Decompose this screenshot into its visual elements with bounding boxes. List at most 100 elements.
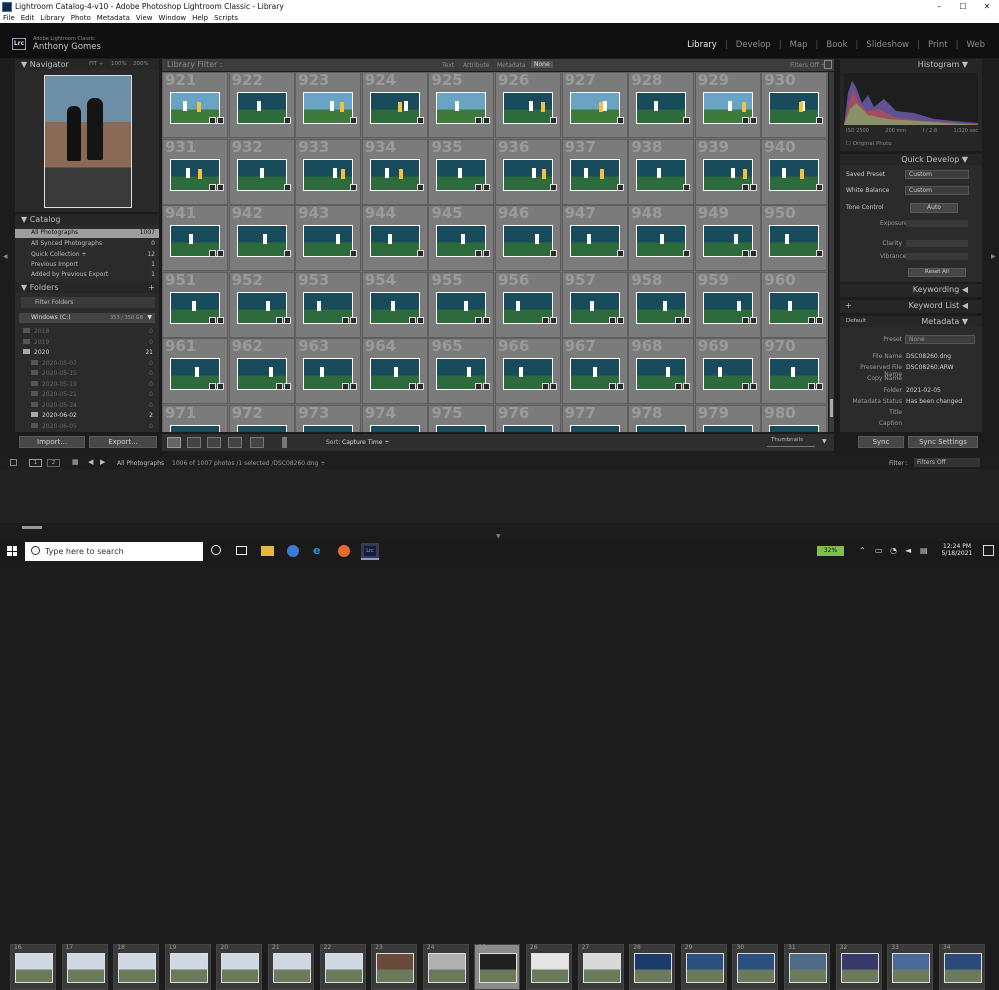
menu-file[interactable]: File (3, 14, 15, 22)
develop-badge-icon[interactable] (749, 250, 757, 257)
develop-badge-icon[interactable] (217, 117, 224, 124)
develop-badge-icon[interactable] (683, 183, 691, 191)
develop-badge-icon[interactable] (749, 383, 757, 390)
photo-thumbnail[interactable] (170, 424, 220, 432)
filmstrip-frame[interactable]: 27 (577, 944, 624, 990)
develop-badge-icon[interactable] (816, 183, 824, 191)
volume-row[interactable]: Windows (C:) 353 / 350 GB ▼ (19, 313, 155, 323)
metadata-badge-icon[interactable] (475, 250, 483, 257)
folder-item[interactable]: 2020-05-24 0 (31, 401, 153, 411)
auto-tone-button[interactable]: Auto (910, 203, 958, 213)
develop-badge-icon[interactable] (350, 250, 358, 257)
grid-cell[interactable]: 957 (561, 271, 628, 338)
grid-cell[interactable]: 933 (295, 138, 362, 205)
catalog-item-synced[interactable]: All Synced Photographs 0 (31, 240, 155, 247)
clock[interactable]: 12:24 PM 5/18/2021 (940, 543, 974, 557)
survey-view-icon[interactable] (228, 437, 242, 448)
white-balance-select[interactable]: Custom (905, 186, 969, 195)
menu-scripts[interactable]: Scripts (214, 14, 238, 22)
second-window-icon[interactable] (10, 459, 17, 466)
grid-cell[interactable]: 926 (495, 72, 561, 138)
catalog-item-previous-export[interactable]: Added by Previous Export 1 (31, 271, 155, 278)
grid-cell[interactable]: 965 (428, 337, 495, 404)
grid-cell[interactable]: 966 (495, 337, 561, 404)
photo-thumbnail[interactable] (303, 158, 354, 191)
metadata-badge-icon[interactable] (475, 117, 483, 124)
metadata-badge-icon[interactable] (209, 250, 216, 257)
grid-cell[interactable]: 978 (628, 404, 695, 432)
develop-badge-icon[interactable] (683, 250, 691, 257)
photo-thumbnail[interactable] (369, 424, 420, 432)
grid-cell[interactable]: 970 (761, 337, 828, 404)
menu-help[interactable]: Help (192, 14, 208, 22)
grid-cell[interactable]: 980 (761, 404, 828, 432)
metadata-preset-select[interactable]: None (905, 335, 975, 344)
grid-cell[interactable]: 930 (761, 72, 828, 138)
grid-cell[interactable]: 931 (162, 138, 228, 205)
develop-badge-icon[interactable] (350, 183, 358, 191)
filmstrip-frame[interactable]: 21 (268, 944, 314, 990)
spray-can-icon[interactable] (282, 437, 287, 448)
filmstrip-frame[interactable]: 16 (10, 944, 56, 990)
metadata-badge-icon[interactable] (808, 383, 816, 390)
catalog-item-quick-collection[interactable]: Quick Collection +12 (31, 251, 155, 258)
grid-cell[interactable]: 962 (228, 337, 295, 404)
develop-badge-icon[interactable] (816, 316, 824, 324)
photo-thumbnail[interactable] (569, 92, 620, 124)
develop-badge-icon[interactable] (283, 383, 291, 390)
module-develop[interactable]: Develop (736, 40, 771, 50)
grid-cell[interactable]: 979 (694, 404, 761, 432)
photo-thumbnail[interactable] (369, 225, 420, 257)
grid-cell[interactable]: 948 (628, 204, 695, 271)
develop-badge-icon[interactable] (483, 117, 491, 124)
chevron-up-icon[interactable]: ⌃ (859, 546, 866, 555)
photo-thumbnail[interactable] (769, 225, 820, 257)
metadata-field-value[interactable]: DSC08260.dng (906, 353, 951, 360)
metadata-badge-icon[interactable] (741, 250, 749, 257)
develop-badge-icon[interactable] (350, 383, 358, 390)
menu-window[interactable]: Window (159, 14, 187, 22)
edge-icon[interactable]: e (313, 545, 325, 557)
filmstrip-frame[interactable]: 26 (526, 944, 572, 990)
photo-thumbnail[interactable] (369, 92, 420, 124)
grid-cell[interactable]: 943 (295, 204, 362, 271)
reset-all-button[interactable]: Reset All (908, 268, 966, 277)
photo-thumbnail[interactable] (769, 92, 820, 124)
keyword-list-header[interactable]: + Keyword List ◀ (840, 300, 982, 311)
develop-badge-icon[interactable] (550, 316, 557, 324)
sync-settings-button[interactable]: Sync Settings (908, 436, 978, 448)
develop-badge-icon[interactable] (217, 250, 224, 257)
filmstrip-frame[interactable]: 30 (732, 944, 779, 990)
metadata-badge-icon[interactable] (275, 383, 283, 390)
metadata-badge-icon[interactable] (342, 316, 350, 324)
filmstrip-frame[interactable]: 32 (835, 944, 882, 990)
develop-badge-icon[interactable] (683, 383, 691, 390)
filmstrip-frame[interactable]: 33 (887, 944, 934, 990)
grid-cell[interactable]: 971 (162, 404, 228, 432)
metadata-badge-icon[interactable] (675, 316, 683, 324)
filmstrip-filter-select[interactable]: Filters Off (914, 458, 980, 467)
folder-item[interactable]: 2020-05-21 0 (31, 391, 153, 400)
grid-cell[interactable]: 922 (228, 72, 295, 138)
photo-thumbnail[interactable] (236, 225, 287, 257)
develop-badge-icon[interactable] (483, 183, 491, 191)
grid-view-icon[interactable] (167, 437, 181, 448)
menu-view[interactable]: View (136, 14, 153, 22)
filmstrip-frame[interactable]: 24 (422, 944, 469, 990)
grid-cell[interactable]: 974 (361, 404, 428, 432)
grid-cell[interactable]: 954 (361, 271, 428, 338)
taskbar-search-input[interactable]: Type here to search (25, 542, 203, 561)
folder-item[interactable]: 2018 0 (23, 328, 153, 337)
develop-badge-icon[interactable] (683, 117, 691, 124)
grid-cell[interactable]: 939 (694, 138, 761, 205)
back-arrow-icon[interactable]: ◀ (88, 458, 93, 466)
metadata-badge-icon[interactable] (209, 383, 216, 390)
grid-cell[interactable]: 935 (428, 138, 495, 205)
metadata-badge-icon[interactable] (475, 183, 483, 191)
photo-thumbnail[interactable] (769, 424, 820, 432)
develop-badge-icon[interactable] (217, 316, 224, 324)
left-panel-toggle-icon[interactable]: ◀ (3, 253, 8, 260)
filmstrip-frame[interactable]: 25 (474, 944, 521, 990)
module-book[interactable]: Book (826, 40, 847, 50)
grid-cell[interactable]: 968 (628, 337, 695, 404)
